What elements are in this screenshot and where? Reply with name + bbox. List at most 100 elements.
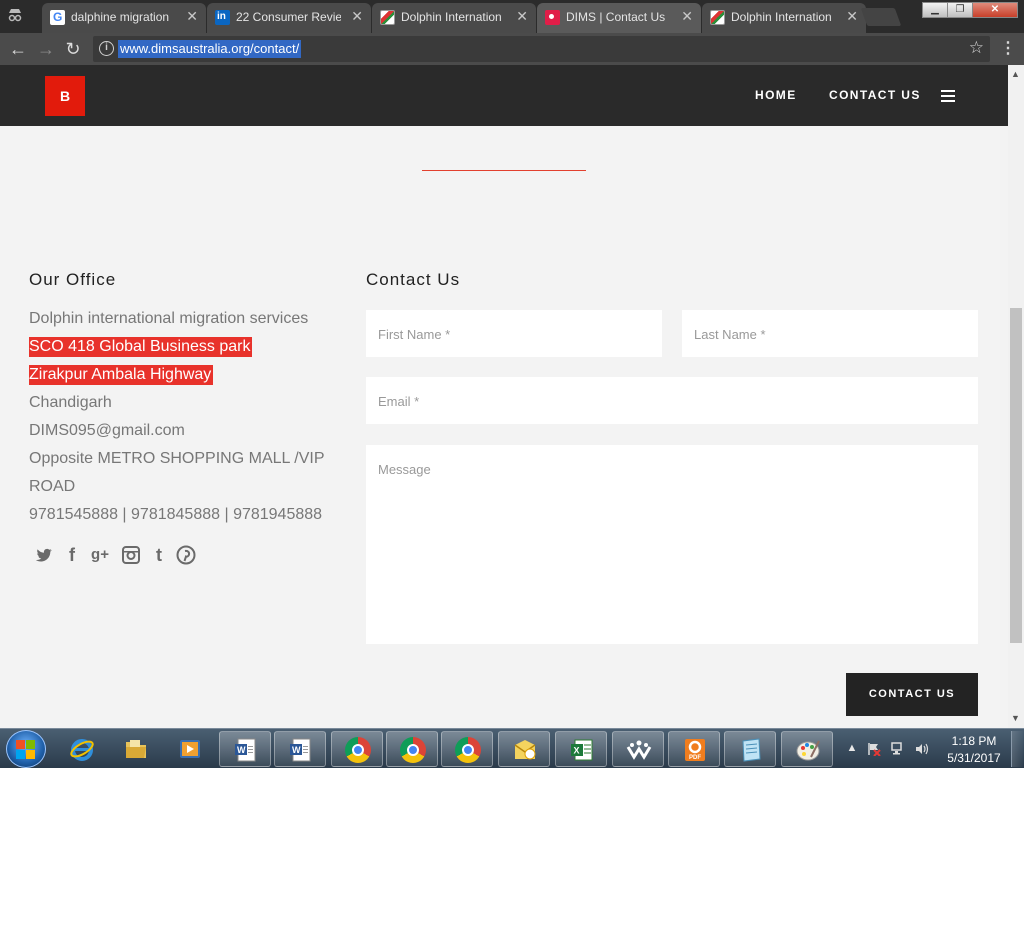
network-app-icon <box>626 737 652 763</box>
new-tab-button[interactable] <box>860 8 902 26</box>
close-tab-icon[interactable]: ✕ <box>186 8 198 25</box>
start-button[interactable] <box>6 730 46 768</box>
taskbar-internet-explorer[interactable] <box>56 731 108 767</box>
svg-text:W: W <box>292 745 301 755</box>
office-line-highlighted: Zirakpur Ambala Highway <box>29 365 214 385</box>
first-name-field[interactable]: First Name * <box>366 310 662 357</box>
folder-icon <box>123 736 149 762</box>
nav-home[interactable]: HOME <box>755 88 797 102</box>
word-icon: W <box>288 737 314 763</box>
site-logo[interactable]: B <box>45 76 85 116</box>
nav-contact-us[interactable]: CONTACT US <box>829 88 921 102</box>
tab-strip: dalphine migration ✕ 22 Consumer Revie ✕… <box>0 0 1024 33</box>
restore-button[interactable]: ❐ <box>947 2 973 18</box>
back-arrow-icon[interactable]: ← <box>8 39 28 59</box>
tab-title: DIMS | Contact Us <box>566 10 666 24</box>
close-tab-icon[interactable]: ✕ <box>516 8 528 25</box>
pinterest-icon[interactable] <box>176 545 196 565</box>
volume-icon[interactable] <box>915 742 929 756</box>
close-tab-icon[interactable]: ✕ <box>681 8 693 25</box>
tab-dolphin-international-2[interactable]: Dolphin Internation ✕ <box>702 3 866 33</box>
contact-us-submit-button[interactable]: CONTACT US <box>846 673 978 716</box>
taskbar-notepad-app[interactable] <box>724 731 776 767</box>
clock-date[interactable]: 5/31/2017 <box>944 751 1004 765</box>
show-desktop-button[interactable] <box>1011 731 1023 767</box>
incognito-profile-icon[interactable] <box>6 6 24 24</box>
office-heading: Our Office <box>29 270 117 289</box>
taskbar-excel[interactable]: X <box>555 731 607 767</box>
chrome-icon <box>455 737 481 763</box>
tumblr-icon[interactable]: t <box>149 545 169 565</box>
hamburger-menu-icon[interactable] <box>941 90 955 105</box>
taskbar-chrome-3[interactable] <box>441 731 493 767</box>
outlook-icon <box>512 737 538 763</box>
facebook-icon[interactable]: f <box>62 545 82 565</box>
office-line: Dolphin international migration services <box>29 310 309 327</box>
close-tab-icon[interactable]: ✕ <box>351 8 363 25</box>
office-email[interactable]: DIMS095@gmail.com <box>29 417 339 445</box>
taskbar-word-document-2[interactable]: W <box>274 731 326 767</box>
window-close-button[interactable]: ✕ <box>972 2 1018 18</box>
page-scrollbar[interactable]: ▲ ▼ <box>1008 65 1024 728</box>
dolphin-flag-icon <box>710 10 725 25</box>
taskbar-network-app[interactable] <box>612 731 664 767</box>
network-icon[interactable] <box>891 742 905 756</box>
tab-title: Dolphin Internation <box>731 10 832 24</box>
taskbar-chrome-2[interactable] <box>386 731 438 767</box>
taskbar-file-explorer[interactable] <box>110 731 162 767</box>
tab-dalphine-migration[interactable]: dalphine migration ✕ <box>42 3 206 33</box>
taskbar-media-player[interactable] <box>164 731 216 767</box>
office-line: Opposite METRO SHOPPING MALL /VIP <box>29 450 325 467</box>
chrome-icon <box>345 737 371 763</box>
tab-title: 22 Consumer Revie <box>236 10 341 24</box>
bookmark-star-icon[interactable]: ☆ <box>969 38 984 58</box>
taskbar-outlook[interactable] <box>498 731 550 767</box>
tab-dolphin-international-1[interactable]: Dolphin Internation ✕ <box>372 3 536 33</box>
email-field[interactable]: Email * <box>366 377 978 424</box>
address-bar[interactable]: i www.dimsaustralia.org/contact/ ☆ <box>93 36 990 62</box>
tab-title: Dolphin Internation <box>401 10 502 24</box>
url-text[interactable]: www.dimsaustralia.org/contact/ <box>118 40 302 58</box>
last-name-placeholder: Last Name * <box>694 327 766 342</box>
action-center-flag-icon[interactable] <box>867 742 881 757</box>
tab-consumer-reviews[interactable]: 22 Consumer Revie ✕ <box>207 3 371 33</box>
google-icon <box>50 10 65 25</box>
paint-palette-icon <box>795 737 821 763</box>
browser-menu-icon[interactable]: ⋮ <box>1000 38 1016 58</box>
twitter-icon[interactable] <box>34 545 54 565</box>
taskbar-chrome-1[interactable] <box>331 731 383 767</box>
linkedin-icon <box>215 10 230 25</box>
scroll-down-arrow-icon[interactable]: ▼ <box>1011 713 1020 723</box>
screen: dalphine migration ✕ 22 Consumer Revie ✕… <box>0 0 1024 768</box>
show-hidden-icons-arrow-icon[interactable]: ▲ <box>845 742 859 756</box>
taskbar-paint[interactable] <box>781 731 833 767</box>
tab-dims-contact-us[interactable]: DIMS | Contact Us ✕ <box>537 3 701 33</box>
scroll-up-arrow-icon[interactable]: ▲ <box>1011 69 1020 79</box>
message-placeholder: Message <box>378 462 431 477</box>
office-line: ROAD <box>29 478 76 495</box>
taskbar-pdf-app[interactable]: PDF <box>668 731 720 767</box>
reload-icon[interactable]: ↻ <box>63 39 83 59</box>
svg-text:W: W <box>237 745 246 755</box>
forward-arrow-icon[interactable]: → <box>36 39 56 59</box>
clock-time[interactable]: 1:18 PM <box>944 734 1004 748</box>
last-name-field[interactable]: Last Name * <box>682 310 978 357</box>
info-icon[interactable]: i <box>99 41 114 56</box>
windows-taskbar: W W X PDF ▲ 1:18 PM 5/31/2017 <box>0 728 1024 768</box>
svg-text:PDF: PDF <box>689 755 701 761</box>
system-tray: ▲ 1:18 PM 5/31/2017 <box>843 729 1024 768</box>
message-field[interactable]: Message <box>366 445 978 644</box>
office-line-highlighted: SCO 418 Global Business park <box>29 337 253 357</box>
google-plus-icon[interactable]: g+ <box>90 545 110 565</box>
instagram-icon[interactable] <box>121 545 141 565</box>
internet-explorer-icon <box>69 736 95 762</box>
minimize-button[interactable]: ▁ <box>922 2 948 18</box>
pdf-icon: PDF <box>682 737 708 763</box>
taskbar-word-document-1[interactable]: W <box>219 731 271 767</box>
office-phones: 9781545888 | 9781845888 | 9781945888 <box>29 506 323 523</box>
scrollbar-thumb[interactable] <box>1010 308 1022 643</box>
close-tab-icon[interactable]: ✕ <box>846 8 858 25</box>
office-line: Chandigarh <box>29 394 112 411</box>
chrome-icon <box>400 737 426 763</box>
excel-icon: X <box>569 737 595 763</box>
